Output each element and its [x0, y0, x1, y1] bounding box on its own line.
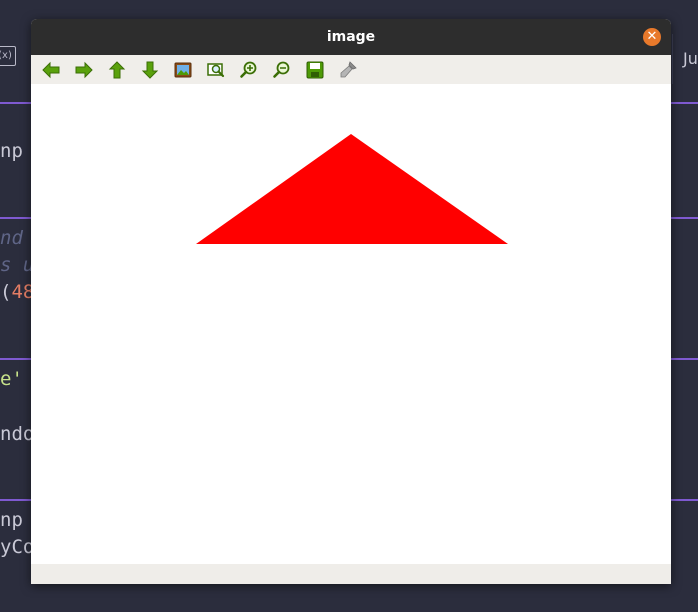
code-line: s u — [0, 254, 35, 276]
code-line: np — [0, 509, 23, 531]
code-line: np — [0, 140, 23, 162]
window-titlebar[interactable]: image ✕ — [31, 19, 671, 55]
toolbar — [31, 55, 671, 84]
pan-down-button[interactable] — [138, 58, 162, 82]
arrow-up-icon — [108, 60, 126, 78]
save-icon — [306, 61, 324, 78]
red-triangle — [196, 134, 508, 244]
variable-inspector-icon[interactable]: (x) — [0, 46, 16, 66]
save-button[interactable] — [303, 58, 327, 82]
status-bar — [31, 564, 671, 584]
arrow-down-icon — [141, 61, 159, 79]
code-line: ndo — [0, 423, 35, 445]
pan-up-button[interactable] — [105, 58, 129, 82]
code-line: (48 — [0, 282, 34, 302]
close-button[interactable]: ✕ — [643, 28, 661, 46]
zoom-original-button[interactable] — [204, 58, 228, 82]
pan-left-button[interactable] — [39, 58, 63, 82]
close-icon: ✕ — [646, 29, 658, 44]
window-title: image — [326, 29, 376, 45]
zoom-out-icon — [273, 61, 290, 78]
pan-right-button[interactable] — [72, 58, 96, 82]
zoom-in-icon — [240, 61, 257, 78]
code-line: yCo — [0, 536, 35, 558]
code-paren: ( — [0, 281, 12, 303]
zoom-in-button[interactable] — [237, 58, 261, 82]
image-fit-icon — [174, 62, 192, 77]
image-content — [196, 134, 508, 244]
zoom-original-icon — [207, 62, 225, 77]
image-window: image ✕ — [31, 19, 671, 584]
properties-button[interactable] — [336, 58, 360, 82]
code-line: nd — [0, 227, 23, 249]
arrow-right-icon — [75, 61, 93, 78]
brush-icon — [340, 60, 357, 77]
background-tab-label[interactable]: Ju — [672, 34, 698, 84]
code-line: e' — [0, 368, 23, 390]
arrow-left-icon — [42, 61, 60, 78]
zoom-out-button[interactable] — [270, 58, 294, 82]
zoom-fit-button[interactable] — [171, 58, 195, 82]
image-canvas[interactable] — [31, 84, 671, 564]
